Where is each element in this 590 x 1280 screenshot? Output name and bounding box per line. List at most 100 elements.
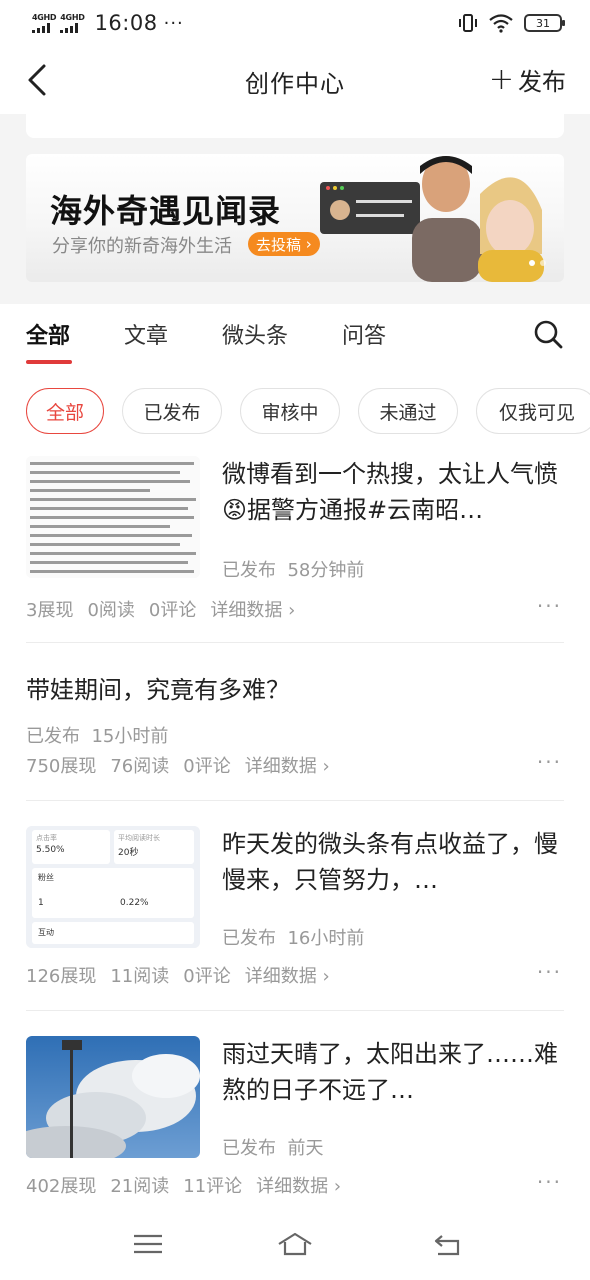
signal-label: 4GHD xyxy=(60,12,85,22)
status-dots: ··· xyxy=(163,12,184,34)
filter-private[interactable]: 仅我可见 xyxy=(476,388,590,434)
back-nav-icon[interactable] xyxy=(428,1228,468,1260)
post-time: 前天 xyxy=(287,1138,324,1159)
tab-articles[interactable]: 文章 xyxy=(124,318,168,350)
post-stats: 402展现 21阅读 11评论 详细数据 xyxy=(26,1172,341,1198)
post-title[interactable]: 微博看到一个热搜，太让人气愤😡据警方通报#云南昭… xyxy=(222,456,572,528)
publish-label: 发布 xyxy=(518,68,566,96)
sky-photo xyxy=(26,1036,200,1158)
publish-button[interactable]: + 发布 xyxy=(489,62,566,97)
category-tabs: 全部 文章 微头条 问答 xyxy=(0,304,590,368)
nav-bar: 创作中心 + 发布 xyxy=(0,48,590,114)
post-stats: 3展现 0阅读 0评论 详细数据 xyxy=(26,596,295,622)
post-time: 16小时前 xyxy=(287,928,365,949)
wifi-icon xyxy=(489,14,513,33)
duration-label: 平均阅读时长 xyxy=(118,834,160,842)
post-status: 已发布 58分钟前 xyxy=(222,556,364,582)
home-icon[interactable] xyxy=(275,1228,315,1260)
status-label: 已发布 xyxy=(222,1138,276,1159)
divider xyxy=(26,800,564,801)
reads-count: 11阅读 xyxy=(110,966,170,987)
post-title[interactable]: 带娃期间，究竟有多难？ xyxy=(26,670,290,705)
post-title[interactable]: 昨天发的微头条有点收益了，慢慢来，只管努力，… xyxy=(222,826,572,898)
reads-count: 21阅读 xyxy=(110,1176,170,1197)
detail-data-link[interactable]: 详细数据 xyxy=(245,962,330,988)
more-icon[interactable]: ··· xyxy=(537,750,562,774)
status-label: 已发布 xyxy=(222,928,276,949)
views-count: 3展现 xyxy=(26,600,74,621)
detail-data-link[interactable]: 详细数据 xyxy=(245,752,330,778)
status-bar: 4GHD 4GHD 16:08 ··· 31 xyxy=(0,0,590,46)
stats-thumbnail: 点击率 5.50% 平均阅读时长 20秒 粉丝 1 0.22% 互动 xyxy=(26,826,200,948)
status-label: 已发布 xyxy=(222,560,276,581)
signal-icon: 4GHD xyxy=(60,12,85,33)
post-title[interactable]: 雨过天晴了，太阳出来了……难熬的日子不远了… xyxy=(222,1036,572,1108)
search-icon[interactable] xyxy=(532,318,564,350)
fans-count: 1 xyxy=(38,898,44,908)
views-count: 750展现 xyxy=(26,756,97,777)
submit-label: 去投稿 xyxy=(256,235,302,254)
promo-banner[interactable]: 海外奇遇见闻录 分享你的新奇海外生活 去投稿 › xyxy=(26,154,564,282)
vibrate-icon xyxy=(459,14,477,32)
post-stats: 750展现 76阅读 0评论 详细数据 xyxy=(26,752,330,778)
post-thumbnail: 点击率 5.50% 平均阅读时长 20秒 粉丝 1 0.22% 互动 xyxy=(26,826,200,948)
post-time: 58分钟前 xyxy=(287,560,365,581)
more-icon[interactable]: ··· xyxy=(537,1170,562,1194)
post-status: 已发布 15小时前 xyxy=(26,722,168,748)
banner-illustration xyxy=(320,156,544,282)
reads-count: 0阅读 xyxy=(87,600,135,621)
post-thumbnail xyxy=(26,1036,200,1158)
views-count: 126展现 xyxy=(26,966,97,987)
status-filters: 全部 已发布 审核中 未通过 仅我可见 xyxy=(0,388,590,436)
top-card xyxy=(26,114,564,138)
status-time: 16:08 xyxy=(94,11,158,35)
system-nav-bar xyxy=(0,1208,590,1280)
duration-value: 20秒 xyxy=(118,848,139,858)
filter-reviewing[interactable]: 审核中 xyxy=(240,388,340,434)
battery-icon: 31 xyxy=(524,14,565,32)
divider xyxy=(26,1010,564,1011)
post-item[interactable]: 带娃期间，究竟有多难？ 已发布 15小时前 750展现 76阅读 0评论 详细数… xyxy=(0,670,590,800)
tab-underline xyxy=(26,360,72,364)
filter-published[interactable]: 已发布 xyxy=(122,388,222,434)
banner-pager xyxy=(529,260,546,266)
post-status: 已发布 16小时前 xyxy=(222,924,364,950)
signal-label: 4GHD xyxy=(32,12,57,22)
tab-qa[interactable]: 问答 xyxy=(342,318,386,350)
more-icon[interactable]: ··· xyxy=(537,960,562,984)
back-icon[interactable] xyxy=(22,60,58,100)
post-item[interactable]: 点击率 5.50% 平均阅读时长 20秒 粉丝 1 0.22% 互动 昨天发的微… xyxy=(0,826,590,1010)
fans-rate: 0.22% xyxy=(120,898,149,908)
clickrate-value: 5.50% xyxy=(36,845,65,855)
menu-icon[interactable] xyxy=(128,1228,168,1260)
reads-count: 76阅读 xyxy=(110,756,170,777)
fans-label: 粉丝 xyxy=(38,873,54,882)
detail-data-link[interactable]: 详细数据 xyxy=(256,1172,341,1198)
post-thumbnail xyxy=(26,456,200,578)
page-title: 创作中心 xyxy=(245,69,345,98)
document-thumbnail xyxy=(26,456,200,578)
banner-title: 海外奇遇见闻录 xyxy=(50,192,282,230)
post-stats: 126展现 11阅读 0评论 详细数据 xyxy=(26,962,330,988)
banner-subtitle: 分享你的新奇海外生活 xyxy=(52,236,232,257)
post-item[interactable]: 雨过天晴了，太阳出来了……难熬的日子不远了… 已发布 前天 402展现 21阅读… xyxy=(0,1036,590,1206)
filter-all[interactable]: 全部 xyxy=(26,388,104,434)
submit-button[interactable]: 去投稿 › xyxy=(248,232,320,256)
more-icon[interactable]: ··· xyxy=(537,594,562,618)
detail-data-link[interactable]: 详细数据 xyxy=(210,596,295,622)
clickrate-label: 点击率 xyxy=(36,834,57,842)
comments-count: 0评论 xyxy=(148,600,197,621)
filter-rejected[interactable]: 未通过 xyxy=(358,388,458,434)
status-label: 已发布 xyxy=(26,726,80,747)
post-item[interactable]: 微博看到一个热搜，太让人气愤😡据警方通报#云南昭… 已发布 58分钟前 3展现 … xyxy=(0,456,590,642)
interact-label: 互动 xyxy=(38,928,54,937)
post-status: 已发布 前天 xyxy=(222,1134,323,1160)
comments-count: 11评论 xyxy=(183,1176,243,1197)
views-count: 402展现 xyxy=(26,1176,97,1197)
post-time: 15小时前 xyxy=(91,726,169,747)
comments-count: 0评论 xyxy=(183,966,231,987)
signal-icon: 4GHD xyxy=(32,12,57,33)
tab-all[interactable]: 全部 xyxy=(26,318,70,350)
tab-micro-posts[interactable]: 微头条 xyxy=(222,318,288,350)
plus-icon: + xyxy=(488,61,514,97)
